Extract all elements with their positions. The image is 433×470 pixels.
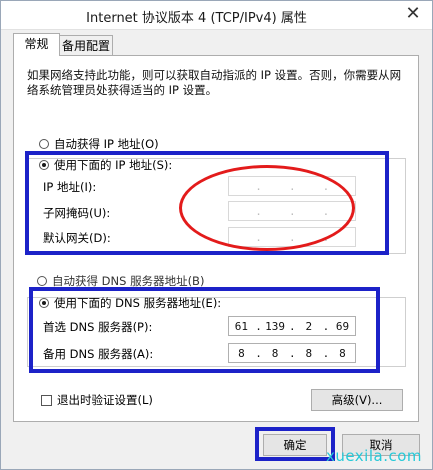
dot-sep: . xyxy=(288,230,296,244)
manual-ip-label: 使用下面的 IP 地址(S): xyxy=(54,158,173,172)
default-gateway-label: 默认网关(D): xyxy=(43,231,111,245)
dot-sep: . xyxy=(255,346,262,360)
dot-sep: . xyxy=(322,204,330,218)
validate-on-exit-checkbox[interactable]: 退出时验证设置(L) xyxy=(41,392,153,408)
auto-ip-radio[interactable]: 自动获得 IP 地址(O) xyxy=(39,136,159,152)
subnet-mask-label: 子网掩码(U): xyxy=(43,206,111,220)
radio-on-icon xyxy=(39,160,49,170)
dot-sep: . xyxy=(255,230,262,244)
title-bar: Internet 协议版本 4 (TCP/IPv4) 属性 ✕ xyxy=(1,1,432,30)
octet: 69 xyxy=(335,319,350,333)
ip-address-field[interactable]: . . . xyxy=(228,176,356,196)
octet: 139 xyxy=(265,319,286,333)
checkbox-unchecked-icon xyxy=(41,394,52,406)
octet: 8 xyxy=(339,346,346,360)
ok-button[interactable]: 确定 xyxy=(263,434,327,456)
octet: 8 xyxy=(305,346,313,360)
description-text: 如果网络支持此功能，则可以获取自动指派的 IP 设置。否则，你需要从网络系统管理… xyxy=(27,68,402,97)
dot-sep: . xyxy=(322,319,330,333)
manual-dns-radio[interactable]: 使用下面的 DNS 服务器地址(E): xyxy=(39,295,221,311)
manual-dns-label: 使用下面的 DNS 服务器地址(E): xyxy=(54,296,222,310)
dot-sep: . xyxy=(255,179,262,193)
octet: 2 xyxy=(305,319,313,333)
alternate-dns-label: 备用 DNS 服务器(A): xyxy=(43,347,154,361)
preferred-dns-field[interactable]: 61. 139. 2. 69 xyxy=(228,316,356,336)
radio-off-icon xyxy=(37,276,47,286)
window-title: Internet 协议版本 4 (TCP/IPv4) 属性 xyxy=(86,11,307,26)
ip-address-label: IP 地址(I): xyxy=(43,180,97,194)
subnet-mask-field[interactable]: . . . xyxy=(228,201,356,221)
auto-dns-radio[interactable]: 自动获得 DNS 服务器地址(B) xyxy=(37,273,204,289)
octet: 8 xyxy=(238,346,245,360)
dot-sep: . xyxy=(288,204,296,218)
dot-sep: . xyxy=(322,179,330,193)
dot-sep: . xyxy=(288,179,296,193)
preferred-dns-label: 首选 DNS 服务器(P): xyxy=(43,320,153,334)
alternate-dns-field[interactable]: 8. 8. 8. 8 xyxy=(228,343,356,363)
octet: 61 xyxy=(234,319,249,333)
default-gateway-field[interactable]: . . . xyxy=(228,227,356,247)
auto-dns-label: 自动获得 DNS 服务器地址(B) xyxy=(52,274,205,288)
manual-ip-radio[interactable]: 使用下面的 IP 地址(S): xyxy=(39,157,172,173)
octet: 8 xyxy=(271,346,279,360)
radio-off-icon xyxy=(39,139,49,149)
dot-sep: . xyxy=(288,346,296,360)
dot-sep: . xyxy=(255,319,262,333)
dot-sep: . xyxy=(255,204,262,218)
tab-alternate-config[interactable]: 备用配置 xyxy=(59,35,113,56)
dot-sep: . xyxy=(322,346,330,360)
validate-on-exit-label: 退出时验证设置(L) xyxy=(57,393,153,407)
radio-on-icon xyxy=(39,298,49,308)
advanced-button[interactable]: 高级(V)... xyxy=(311,389,403,411)
dot-sep: . xyxy=(288,319,296,333)
auto-ip-label: 自动获得 IP 地址(O) xyxy=(54,137,159,151)
watermark: xuexila.com xyxy=(325,447,422,465)
close-icon[interactable]: ✕ xyxy=(394,1,432,27)
tcpip-properties-dialog: Internet 协议版本 4 (TCP/IPv4) 属性 ✕ 常规 备用配置 … xyxy=(0,0,433,470)
tab-general[interactable]: 常规 xyxy=(13,33,60,56)
dot-sep: . xyxy=(322,230,330,244)
